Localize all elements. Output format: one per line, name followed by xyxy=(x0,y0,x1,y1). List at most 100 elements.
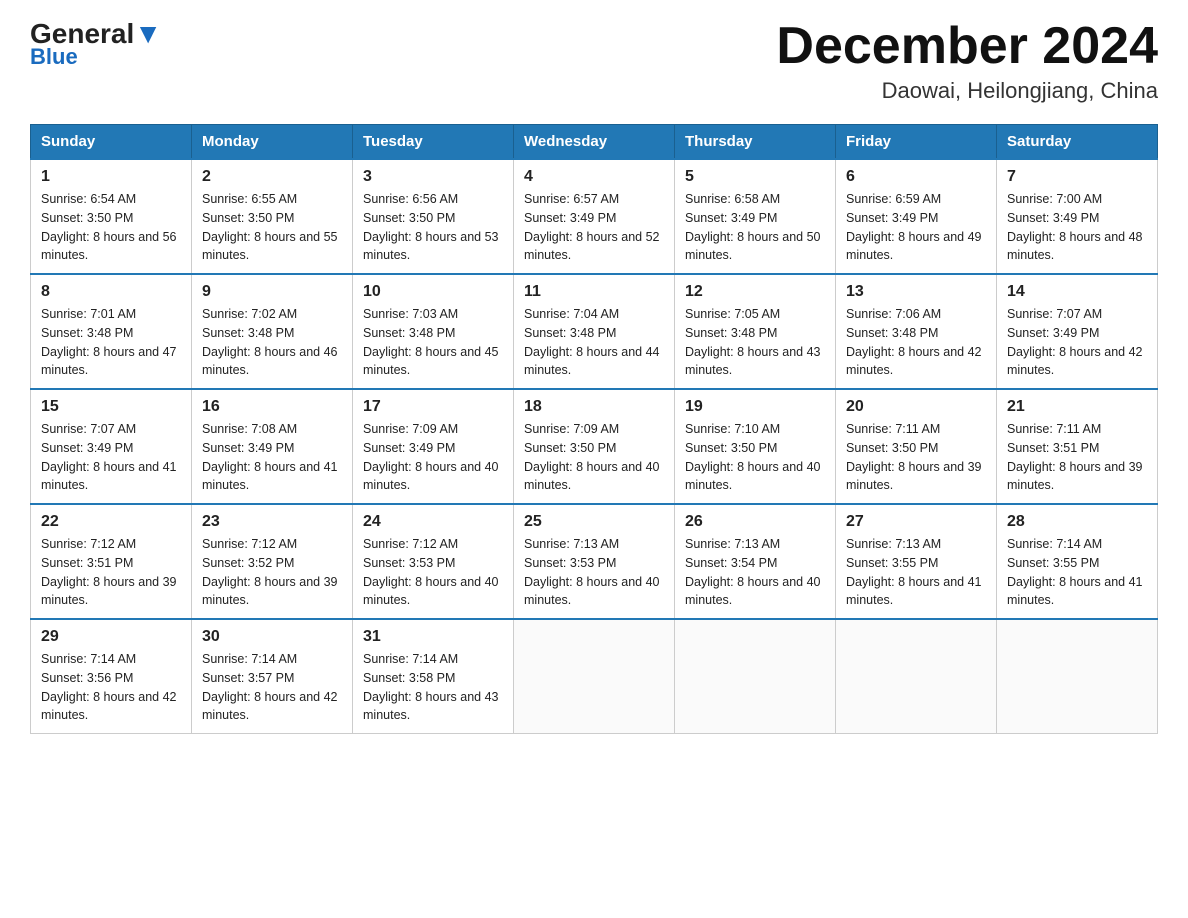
header-monday: Monday xyxy=(192,125,353,160)
day-info: Sunrise: 6:59 AMSunset: 3:49 PMDaylight:… xyxy=(846,190,986,265)
day-number: 11 xyxy=(524,283,664,301)
day-number: 30 xyxy=(202,628,342,646)
day-info: Sunrise: 7:11 AMSunset: 3:51 PMDaylight:… xyxy=(1007,420,1147,495)
day-info: Sunrise: 7:13 AMSunset: 3:53 PMDaylight:… xyxy=(524,535,664,610)
calendar-week-5: 29 Sunrise: 7:14 AMSunset: 3:56 PMDayligh… xyxy=(31,619,1158,734)
calendar-cell: 8Sunrise: 7:01 AMSunset: 3:48 PMDaylight… xyxy=(31,274,192,389)
calendar-cell: 19 Sunrise: 7:10 AMSunset: 3:50 PMDayligh… xyxy=(675,389,836,504)
location-subtitle: Daowai, Heilongjiang, China xyxy=(776,78,1158,104)
calendar-cell: 20Sunrise: 7:11 AMSunset: 3:50 PMDayligh… xyxy=(836,389,997,504)
calendar-cell: 3 Sunrise: 6:56 AMSunset: 3:50 PMDaylight… xyxy=(353,159,514,274)
calendar-cell: 1 Sunrise: 6:54 AMSunset: 3:50 PMDaylight… xyxy=(31,159,192,274)
day-number: 20 xyxy=(846,398,986,416)
day-info: Sunrise: 7:04 AMSunset: 3:48 PMDaylight:… xyxy=(524,305,664,380)
calendar-cell: 31 Sunrise: 7:14 AMSunset: 3:58 PMDayligh… xyxy=(353,619,514,734)
calendar-cell: 6 Sunrise: 6:59 AMSunset: 3:49 PMDaylight… xyxy=(836,159,997,274)
day-number: 3 xyxy=(363,168,503,186)
day-number: 4 xyxy=(524,168,664,186)
calendar-cell: 5 Sunrise: 6:58 AMSunset: 3:49 PMDaylight… xyxy=(675,159,836,274)
day-info: Sunrise: 6:55 AMSunset: 3:50 PMDaylight:… xyxy=(202,190,342,265)
calendar-cell: 17 Sunrise: 7:09 AMSunset: 3:49 PMDayligh… xyxy=(353,389,514,504)
calendar-cell: 26 Sunrise: 7:13 AMSunset: 3:54 PMDayligh… xyxy=(675,504,836,619)
day-info: Sunrise: 7:12 AMSunset: 3:53 PMDaylight:… xyxy=(363,535,503,610)
day-number: 14 xyxy=(1007,283,1147,301)
day-info: Sunrise: 7:13 AMSunset: 3:54 PMDaylight:… xyxy=(685,535,825,610)
day-number: 17 xyxy=(363,398,503,416)
calendar-cell xyxy=(675,619,836,734)
calendar-cell: 18 Sunrise: 7:09 AMSunset: 3:50 PMDayligh… xyxy=(514,389,675,504)
day-number: 9 xyxy=(202,283,342,301)
day-number: 16 xyxy=(202,398,342,416)
day-number: 15 xyxy=(41,398,181,416)
day-info: Sunrise: 7:14 AMSunset: 3:57 PMDaylight:… xyxy=(202,650,342,725)
calendar-table: SundayMondayTuesdayWednesdayThursdayFrid… xyxy=(30,124,1158,734)
day-number: 21 xyxy=(1007,398,1147,416)
day-number: 19 xyxy=(685,398,825,416)
calendar-cell: 21 Sunrise: 7:11 AMSunset: 3:51 PMDayligh… xyxy=(997,389,1158,504)
calendar-cell: 16 Sunrise: 7:08 AMSunset: 3:49 PMDayligh… xyxy=(192,389,353,504)
day-number: 7 xyxy=(1007,168,1147,186)
header-wednesday: Wednesday xyxy=(514,125,675,160)
calendar-cell: 14 Sunrise: 7:07 AMSunset: 3:49 PMDayligh… xyxy=(997,274,1158,389)
day-number: 5 xyxy=(685,168,825,186)
calendar-cell: 4Sunrise: 6:57 AMSunset: 3:49 PMDaylight… xyxy=(514,159,675,274)
calendar-cell xyxy=(836,619,997,734)
day-info: Sunrise: 6:56 AMSunset: 3:50 PMDaylight:… xyxy=(363,190,503,265)
header-thursday: Thursday xyxy=(675,125,836,160)
logo: General▼ Blue xyxy=(30,20,162,70)
day-info: Sunrise: 7:12 AMSunset: 3:51 PMDaylight:… xyxy=(41,535,181,610)
day-info: Sunrise: 7:14 AMSunset: 3:55 PMDaylight:… xyxy=(1007,535,1147,610)
day-number: 29 xyxy=(41,628,181,646)
day-info: Sunrise: 7:03 AMSunset: 3:48 PMDaylight:… xyxy=(363,305,503,380)
calendar-cell: 23 Sunrise: 7:12 AMSunset: 3:52 PMDayligh… xyxy=(192,504,353,619)
day-number: 24 xyxy=(363,513,503,531)
calendar-cell: 28 Sunrise: 7:14 AMSunset: 3:55 PMDayligh… xyxy=(997,504,1158,619)
logo-triangle-icon: ▼ xyxy=(134,18,162,49)
day-number: 22 xyxy=(41,513,181,531)
calendar-week-1: 1 Sunrise: 6:54 AMSunset: 3:50 PMDaylight… xyxy=(31,159,1158,274)
day-info: Sunrise: 7:07 AMSunset: 3:49 PMDaylight:… xyxy=(1007,305,1147,380)
month-year-title: December 2024 xyxy=(776,20,1158,72)
day-number: 23 xyxy=(202,513,342,531)
header-sunday: Sunday xyxy=(31,125,192,160)
calendar-cell: 11 Sunrise: 7:04 AMSunset: 3:48 PMDayligh… xyxy=(514,274,675,389)
day-number: 28 xyxy=(1007,513,1147,531)
day-number: 6 xyxy=(846,168,986,186)
calendar-cell: 13 Sunrise: 7:06 AMSunset: 3:48 PMDayligh… xyxy=(836,274,997,389)
day-info: Sunrise: 7:14 AMSunset: 3:56 PMDaylight:… xyxy=(41,650,181,725)
day-info: Sunrise: 7:12 AMSunset: 3:52 PMDaylight:… xyxy=(202,535,342,610)
calendar-header-row: SundayMondayTuesdayWednesdayThursdayFrid… xyxy=(31,125,1158,160)
header-tuesday: Tuesday xyxy=(353,125,514,160)
day-number: 31 xyxy=(363,628,503,646)
calendar-week-2: 8Sunrise: 7:01 AMSunset: 3:48 PMDaylight… xyxy=(31,274,1158,389)
calendar-cell: 30 Sunrise: 7:14 AMSunset: 3:57 PMDayligh… xyxy=(192,619,353,734)
day-number: 1 xyxy=(41,168,181,186)
calendar-cell: 24 Sunrise: 7:12 AMSunset: 3:53 PMDayligh… xyxy=(353,504,514,619)
day-info: Sunrise: 7:07 AMSunset: 3:49 PMDaylight:… xyxy=(41,420,181,495)
calendar-cell: 12Sunrise: 7:05 AMSunset: 3:48 PMDayligh… xyxy=(675,274,836,389)
day-number: 10 xyxy=(363,283,503,301)
day-number: 18 xyxy=(524,398,664,416)
calendar-cell: 15 Sunrise: 7:07 AMSunset: 3:49 PMDayligh… xyxy=(31,389,192,504)
day-info: Sunrise: 7:09 AMSunset: 3:49 PMDaylight:… xyxy=(363,420,503,495)
day-number: 27 xyxy=(846,513,986,531)
day-number: 2 xyxy=(202,168,342,186)
header-friday: Friday xyxy=(836,125,997,160)
calendar-cell: 25 Sunrise: 7:13 AMSunset: 3:53 PMDayligh… xyxy=(514,504,675,619)
day-info: Sunrise: 7:08 AMSunset: 3:49 PMDaylight:… xyxy=(202,420,342,495)
day-info: Sunrise: 7:14 AMSunset: 3:58 PMDaylight:… xyxy=(363,650,503,725)
day-info: Sunrise: 7:06 AMSunset: 3:48 PMDaylight:… xyxy=(846,305,986,380)
day-number: 26 xyxy=(685,513,825,531)
day-number: 12 xyxy=(685,283,825,301)
day-info: Sunrise: 7:02 AMSunset: 3:48 PMDaylight:… xyxy=(202,305,342,380)
calendar-week-3: 15 Sunrise: 7:07 AMSunset: 3:49 PMDayligh… xyxy=(31,389,1158,504)
day-info: Sunrise: 7:09 AMSunset: 3:50 PMDaylight:… xyxy=(524,420,664,495)
day-info: Sunrise: 7:10 AMSunset: 3:50 PMDaylight:… xyxy=(685,420,825,495)
day-info: Sunrise: 6:54 AMSunset: 3:50 PMDaylight:… xyxy=(41,190,181,265)
title-block: December 2024 Daowai, Heilongjiang, Chin… xyxy=(776,20,1158,104)
day-number: 13 xyxy=(846,283,986,301)
calendar-week-4: 22 Sunrise: 7:12 AMSunset: 3:51 PMDayligh… xyxy=(31,504,1158,619)
day-number: 25 xyxy=(524,513,664,531)
calendar-cell xyxy=(997,619,1158,734)
day-info: Sunrise: 6:58 AMSunset: 3:49 PMDaylight:… xyxy=(685,190,825,265)
